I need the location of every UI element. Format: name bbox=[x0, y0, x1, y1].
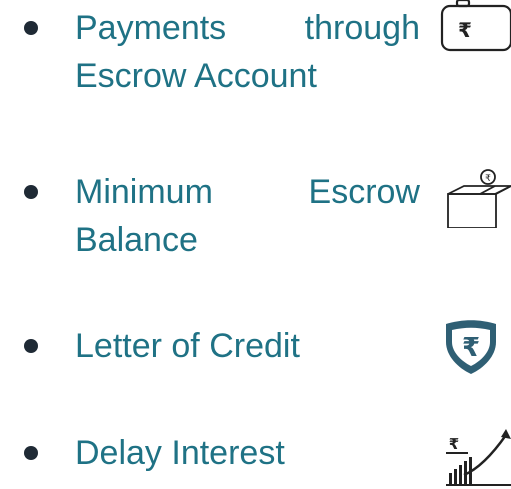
bullet-point bbox=[24, 185, 38, 199]
rupee-shield-icon: ₹ bbox=[440, 318, 511, 378]
coin-box-icon: ₹ bbox=[440, 168, 511, 228]
svg-text:₹: ₹ bbox=[485, 174, 491, 184]
bullet-point bbox=[24, 21, 38, 35]
svg-text:₹: ₹ bbox=[458, 18, 472, 42]
rupee-bag-icon: ₹ bbox=[440, 0, 511, 60]
bullet-point bbox=[24, 339, 38, 353]
rupee-growth-chart-icon: ₹ bbox=[440, 429, 511, 489]
svg-text:₹: ₹ bbox=[462, 333, 480, 363]
list-item-label: Delay Interest bbox=[75, 434, 285, 472]
svg-text:₹: ₹ bbox=[449, 435, 459, 453]
list-item-label: Payments through Escrow Account bbox=[75, 9, 420, 95]
list-item-label: Minimum Escrow Balance bbox=[75, 173, 420, 259]
list-item-label: Letter of Credit bbox=[75, 327, 300, 365]
bullet-point bbox=[24, 446, 38, 460]
